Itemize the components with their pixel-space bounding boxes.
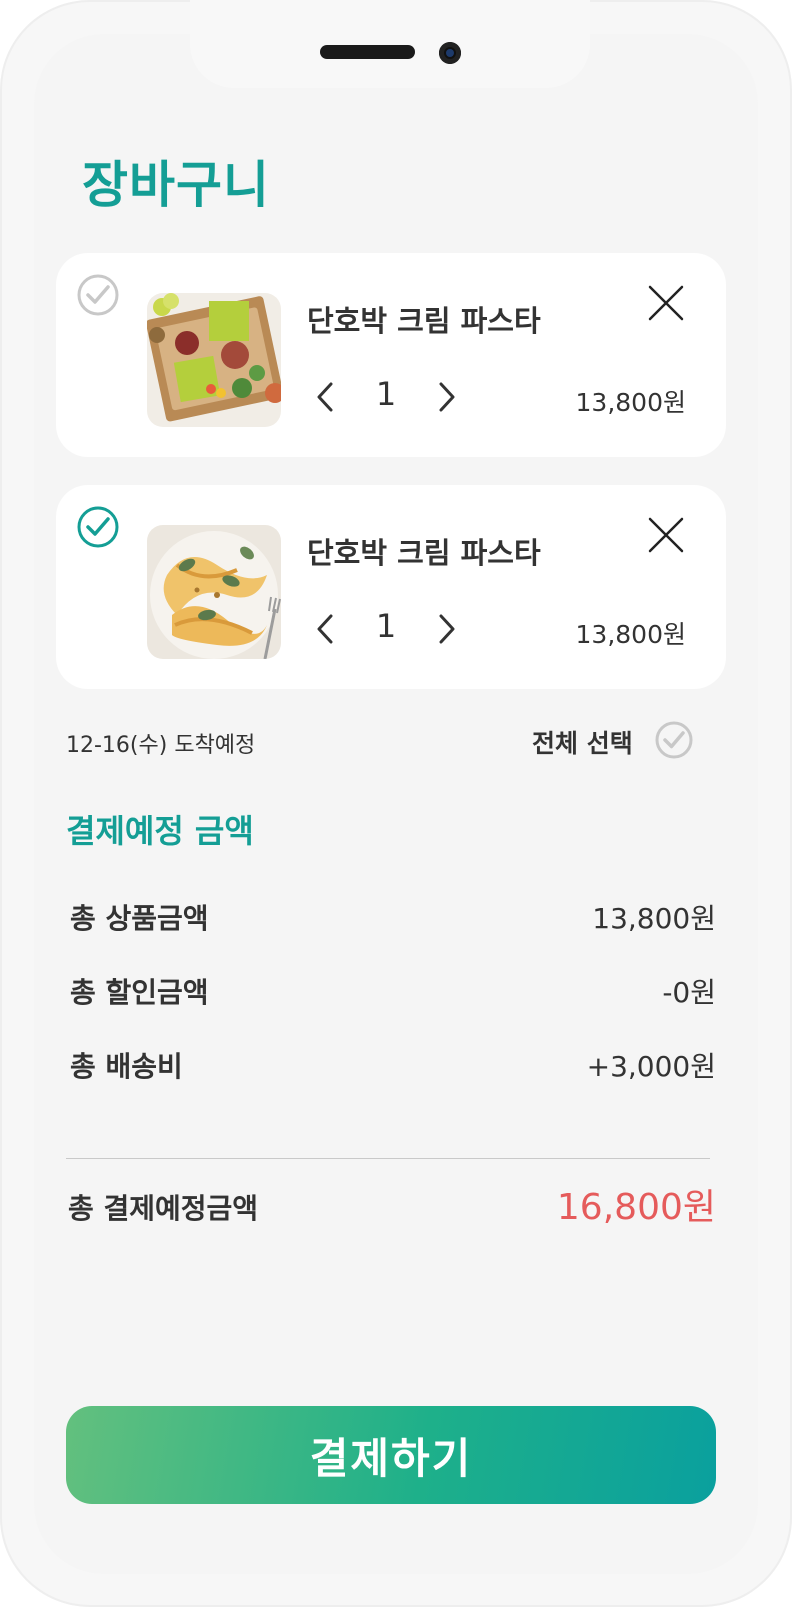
chevron-left-icon[interactable] — [312, 380, 338, 414]
cart-item: 단호박 크림 파스타 1 13,800원 — [56, 485, 726, 689]
item-name: 단호박 크림 파스타 — [307, 304, 541, 338]
quantity-value: 1 — [375, 607, 397, 645]
summary-value: -0원 — [662, 976, 716, 1009]
quantity-value: 1 — [375, 375, 397, 413]
summary-label: 총 배송비 — [70, 1050, 183, 1083]
total-label: 총 결제예정금액 — [68, 1192, 259, 1225]
item-name: 단호박 크림 파스타 — [307, 536, 541, 570]
cream-pasta-plate-image[interactable] — [147, 525, 281, 659]
total-value: 16,800원 — [556, 1187, 716, 1228]
check-circle-icon[interactable] — [76, 505, 120, 549]
summary-label: 총 상품금액 — [70, 902, 209, 935]
pay-button[interactable]: 결제하기 — [66, 1406, 716, 1504]
chevron-left-icon[interactable] — [312, 612, 338, 646]
summary-row: 총 할인금액 -0원 — [70, 971, 716, 1011]
chevron-right-icon[interactable] — [434, 380, 460, 414]
item-price: 13,800원 — [575, 388, 686, 417]
check-circle-icon[interactable] — [76, 273, 120, 317]
summary-value: +3,000원 — [586, 1050, 716, 1083]
phone-frame — [0, 0, 792, 1607]
check-circle-icon[interactable] — [654, 720, 694, 760]
delivery-date: 12-16(수) 도착예정 — [66, 733, 256, 758]
summary-label: 총 할인금액 — [70, 976, 209, 1009]
speaker-grille — [320, 45, 415, 59]
page-title: 장바구니 — [82, 156, 270, 214]
phone-notch — [190, 0, 590, 88]
select-all-label[interactable]: 전체 선택 — [532, 724, 633, 760]
meal-kit-box-image[interactable] — [147, 293, 281, 427]
front-camera — [439, 42, 461, 64]
cart-item: 단호박 크림 파스타 1 13,800원 — [56, 253, 726, 457]
summary-row: 총 상품금액 13,800원 — [70, 897, 716, 937]
chevron-right-icon[interactable] — [434, 612, 460, 646]
summary-value: 13,800원 — [592, 902, 716, 935]
payment-summary-title: 결제예정 금액 — [66, 812, 254, 850]
close-icon[interactable] — [646, 515, 686, 555]
summary-row: 총 배송비 +3,000원 — [70, 1045, 716, 1085]
item-price: 13,800원 — [575, 620, 686, 649]
summary-divider — [66, 1158, 710, 1159]
close-icon[interactable] — [646, 283, 686, 323]
